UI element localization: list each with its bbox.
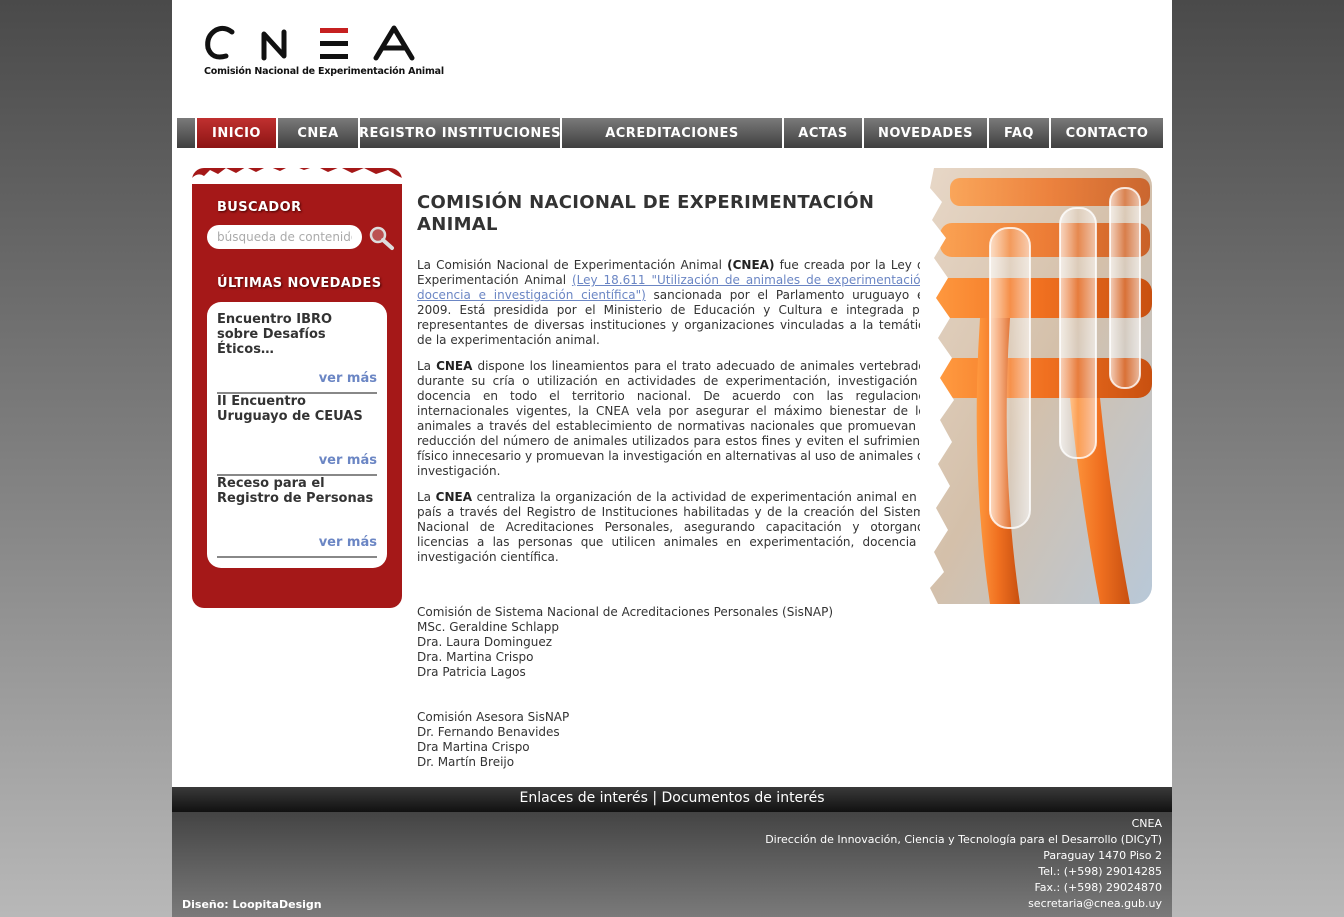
news-item: II Encuentro Uruguayo de CEUAS ver más: [217, 394, 377, 476]
test-tubes-image: [920, 168, 1152, 604]
text: La Comisión Nacional de Experimentación …: [417, 258, 728, 272]
nav-item-novedades[interactable]: NOVEDADES: [864, 118, 987, 148]
page-title: COMISIÓN NACIONAL DE EXPERIMENTACIÓN ANI…: [417, 192, 875, 235]
nav-item-contacto[interactable]: CONTACTO: [1051, 118, 1163, 148]
nav-item-acreditaciones[interactable]: ACREDITACIONES: [562, 118, 782, 148]
news-heading: ÚLTIMAS NOVEDADES: [217, 276, 382, 291]
text: La: [417, 490, 436, 504]
news-item: Encuentro IBRO sobre Desafíos Éticos… ve…: [217, 312, 377, 394]
bold-text: CNEA: [435, 490, 472, 504]
contact-line: Fax.: (+598) 29024870: [1034, 881, 1162, 894]
news-title[interactable]: II Encuentro Uruguayo de CEUAS: [217, 394, 377, 424]
search-heading: BUSCADOR: [217, 200, 302, 215]
nav-item-inicio[interactable]: INICIO: [197, 118, 276, 148]
sidebar: BUSCADOR ÚLTIMAS NOVEDADES Encuentro IBR…: [192, 165, 402, 608]
news-title[interactable]: Encuentro IBRO sobre Desafíos Éticos…: [217, 312, 377, 357]
torn-edge-decoration: [192, 165, 402, 184]
logo-mark: [205, 25, 415, 61]
ver-mas-link[interactable]: ver más: [319, 371, 377, 386]
search-input[interactable]: [207, 225, 362, 249]
news-list: Encuentro IBRO sobre Desafíos Éticos… ve…: [207, 302, 387, 568]
organization-paragraph: La CNEA centraliza la organización de la…: [417, 490, 932, 565]
nav-item-faq[interactable]: FAQ: [989, 118, 1049, 148]
committee-line: Comisión Asesora SisNAP: [417, 710, 570, 724]
ver-mas-link[interactable]: ver más: [319, 453, 377, 468]
test-tubes-illustration: [920, 168, 1152, 604]
main-content: COMISIÓN NACIONAL DE EXPERIMENTACIÓN ANI…: [417, 192, 932, 770]
main-nav: INICIO CNEA REGISTRO INSTITUCIONES ACRED…: [177, 118, 1165, 148]
search-button[interactable]: [367, 224, 395, 252]
nav-item-cnea[interactable]: CNEA: [278, 118, 358, 148]
committee-line: Dra. Laura Dominguez: [417, 635, 553, 649]
cnea-logo[interactable]: Comisión Nacional de Experimentación Ani…: [202, 22, 444, 78]
bold-text: (CNEA): [727, 258, 775, 272]
nav-item-actas[interactable]: ACTAS: [784, 118, 862, 148]
documentos-link[interactable]: Documentos de interés: [662, 790, 825, 806]
magnifier-icon: [369, 226, 394, 250]
footer-links-bar: Enlaces de interés | Documentos de inter…: [172, 787, 1172, 812]
asesora-committee: Comisión Asesora SisNAP Dr. Fernando Ben…: [417, 710, 932, 770]
text: dispone los lineamientos para el trato a…: [417, 359, 932, 478]
committee-line: Dr. Fernando Benavides: [417, 725, 560, 739]
page: Comisión Nacional de Experimentación Ani…: [172, 0, 1172, 917]
contact-line: Tel.: (+598) 29014285: [1038, 865, 1162, 878]
nav-item-registro-instituciones[interactable]: REGISTRO INSTITUCIONES: [359, 118, 561, 148]
sisnap-committee: Comisión de Sistema Nacional de Acredita…: [417, 605, 932, 680]
footer-separator: |: [647, 790, 662, 806]
text: centraliza la organización de la activid…: [417, 490, 932, 564]
committee-line: MSc. Geraldine Schlapp: [417, 620, 559, 634]
footer: Diseño: LoopitaDesign CNEA Dirección de …: [172, 812, 1172, 917]
committee-line: Dra. Martina Crispo: [417, 650, 534, 664]
committee-line: Comisión de Sistema Nacional de Acredita…: [417, 605, 834, 619]
mission-paragraph: La CNEA dispone los lineamientos para el…: [417, 359, 932, 479]
contact-line[interactable]: secretaria@cnea.gub.uy: [765, 896, 1162, 912]
design-credit: Diseño: LoopitaDesign: [182, 898, 322, 911]
bold-text: CNEA: [436, 359, 473, 373]
ver-mas-link[interactable]: ver más: [319, 535, 377, 550]
news-item: Receso para el Registro de Personas ver …: [217, 476, 377, 558]
contact-line: CNEA: [1131, 817, 1162, 830]
contact-line: Dirección de Innovación, Ciencia y Tecno…: [765, 833, 1162, 846]
text: La: [417, 359, 437, 373]
news-title[interactable]: Receso para el Registro de Personas: [217, 476, 377, 506]
nav-left-cap: [177, 118, 195, 148]
committee-line: Dra Martina Crispo: [417, 740, 530, 754]
committee-line: Dra Patricia Lagos: [417, 665, 526, 679]
committee-line: Dr. Martín Breijo: [417, 755, 515, 769]
intro-paragraph: La Comisión Nacional de Experimentación …: [417, 258, 932, 348]
contact-info: CNEA Dirección de Innovación, Ciencia y …: [765, 816, 1162, 912]
logo-subtitle: Comisión Nacional de Experimentación Ani…: [204, 66, 444, 77]
enlaces-link[interactable]: Enlaces de interés: [519, 790, 647, 806]
contact-line: Paraguay 1470 Piso 2: [1043, 849, 1162, 862]
